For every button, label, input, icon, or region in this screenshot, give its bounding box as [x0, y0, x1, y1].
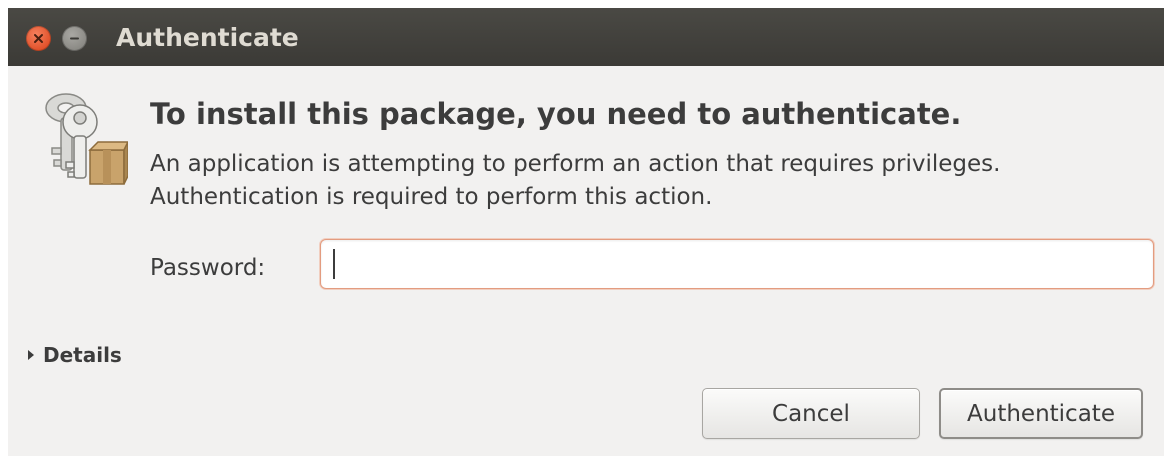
title-bar[interactable]: Authenticate: [8, 8, 1164, 66]
authenticate-dialog: Authenticate To install this package, yo…: [8, 8, 1164, 456]
window-title: Authenticate: [116, 23, 299, 52]
close-icon: [34, 34, 43, 43]
text-cursor: [333, 249, 335, 279]
details-expander[interactable]: Details: [28, 340, 122, 370]
minimize-button[interactable]: [62, 26, 87, 51]
authenticate-button[interactable]: Authenticate: [939, 388, 1143, 439]
dialog-heading: To install this package, you need to aut…: [150, 97, 962, 131]
expander-arrow-icon: [28, 350, 34, 360]
dialog-description: An application is attempting to perform …: [150, 151, 1001, 210]
minimize-icon: [70, 37, 79, 40]
password-input[interactable]: [320, 239, 1154, 289]
close-button[interactable]: [26, 26, 51, 51]
password-label: Password:: [150, 255, 266, 281]
cancel-button[interactable]: Cancel: [702, 388, 920, 439]
details-label: Details: [43, 343, 122, 367]
keys-package-icon: [36, 88, 130, 188]
